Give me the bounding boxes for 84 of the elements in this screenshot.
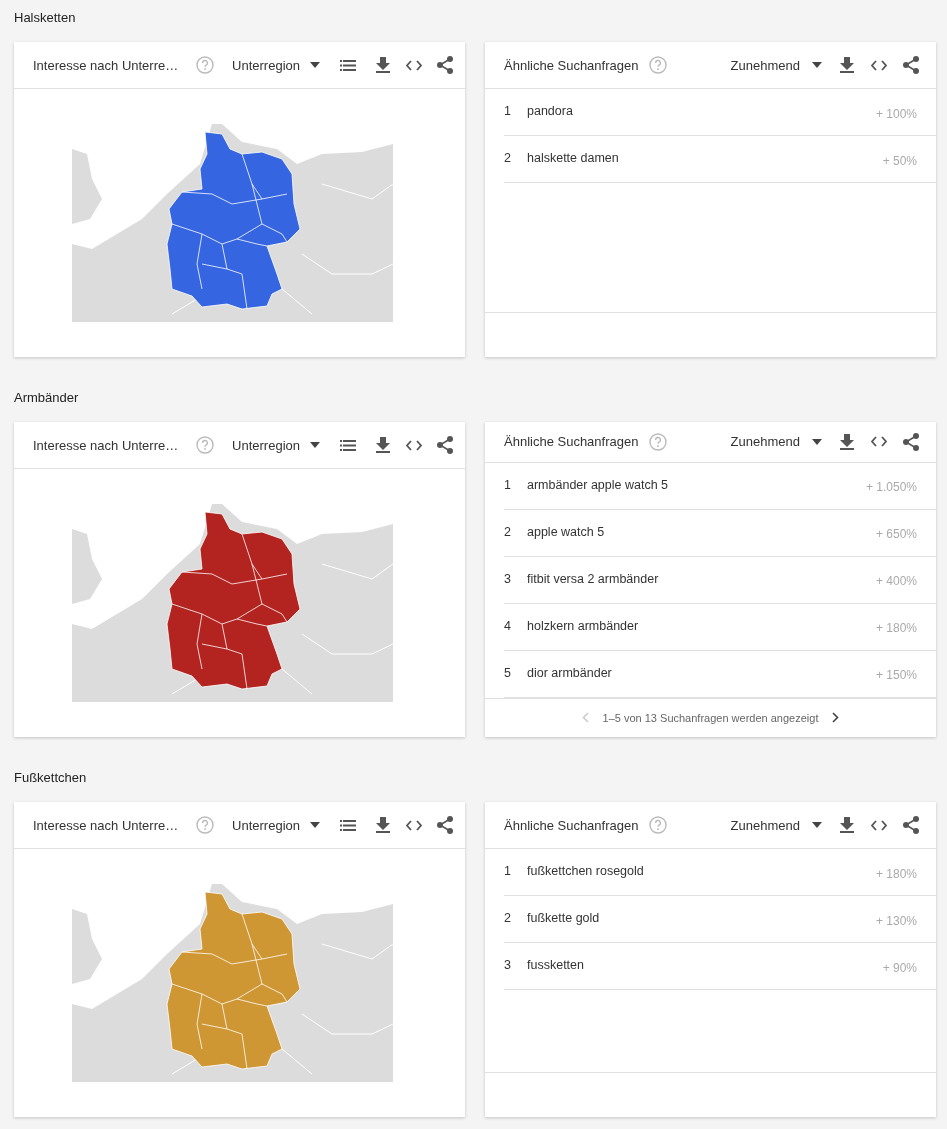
query-row[interactable]: 1 fußkettchen rosegold + 180% — [504, 849, 936, 896]
code-icon[interactable] — [406, 439, 422, 451]
increase-value: + 1.050% — [865, 480, 917, 495]
share-icon[interactable] — [903, 56, 919, 74]
download-icon[interactable] — [376, 817, 390, 833]
section-title: Halsketten — [14, 9, 77, 27]
rank-number: 3 — [504, 958, 512, 972]
rank-number: 1 — [504, 864, 512, 878]
list-icon[interactable] — [340, 439, 356, 451]
code-icon[interactable] — [871, 59, 887, 71]
card-title: Interesse nach Unterre… — [33, 817, 180, 833]
caret-icon[interactable] — [310, 62, 320, 68]
query-row[interactable]: 4 holzkern armbänder + 180% — [504, 603, 936, 651]
increase-value: + 180% — [875, 621, 917, 636]
query-row[interactable]: 1 pandora + 100% — [504, 89, 936, 136]
list-icon[interactable] — [340, 819, 356, 831]
share-icon[interactable] — [903, 816, 919, 834]
code-icon[interactable] — [871, 436, 887, 448]
increase-value: + 50% — [882, 153, 917, 168]
sort-dropdown[interactable]: Zunehmend — [730, 434, 822, 450]
rank-number: 2 — [504, 911, 512, 925]
rank-number: 1 — [504, 477, 512, 492]
code-icon[interactable] — [406, 819, 422, 831]
sort-dropdown[interactable]: Zunehmend — [730, 57, 822, 73]
caret-icon[interactable] — [812, 62, 822, 68]
region-dropdown[interactable]: Unterregion — [232, 437, 320, 453]
code-icon[interactable] — [406, 59, 422, 71]
card-title: Interesse nach Unterre… — [33, 437, 180, 453]
increase-value: + 90% — [882, 960, 917, 975]
increase-value: + 180% — [875, 866, 917, 881]
download-icon[interactable] — [376, 57, 390, 73]
rank-number: 2 — [504, 524, 512, 539]
pagination-text: 1–5 von 13 Suchanfragen werden angezeigt — [602, 711, 819, 724]
increase-value: + 130% — [875, 913, 917, 928]
rank-number: 1 — [504, 104, 512, 118]
section-title: Fußkettchen — [14, 769, 88, 787]
increase-value: + 100% — [875, 106, 917, 121]
section-title: Armbänder — [14, 389, 80, 407]
query-text: pandora — [527, 104, 574, 118]
card-title: Interesse nach Unterre… — [33, 57, 180, 73]
query-row[interactable]: 1 armbänder apple watch 5 + 1.050% — [504, 462, 936, 510]
query-text: dior armbänder — [527, 665, 613, 680]
query-text: holzkern armbänder — [527, 618, 640, 633]
query-row[interactable]: 2 halskette damen + 50% — [504, 136, 936, 183]
region-dropdown[interactable]: Unterregion — [232, 817, 320, 833]
increase-value: + 400% — [875, 574, 917, 589]
download-icon[interactable] — [376, 437, 390, 453]
query-text: fußkette gold — [527, 911, 601, 925]
rank-number: 3 — [504, 571, 512, 586]
caret-icon[interactable] — [812, 438, 822, 445]
query-row[interactable]: 3 fitbit versa 2 armbänder + 400% — [504, 556, 936, 604]
next-page-icon[interactable] — [832, 712, 840, 724]
share-icon[interactable] — [903, 432, 919, 451]
query-text: fussketten — [527, 958, 585, 972]
query-row[interactable]: 3 fussketten + 90% — [504, 943, 936, 990]
download-icon[interactable] — [840, 817, 854, 833]
query-text: fitbit versa 2 armbänder — [527, 571, 660, 586]
increase-value: + 650% — [875, 527, 917, 542]
query-row[interactable]: 2 fußkette gold + 130% — [504, 896, 936, 943]
region-dropdown[interactable]: Unterregion — [232, 57, 320, 73]
download-icon[interactable] — [840, 433, 854, 450]
caret-icon[interactable] — [310, 442, 320, 448]
query-text: apple watch 5 — [527, 524, 606, 539]
sort-dropdown[interactable]: Zunehmend — [730, 817, 822, 833]
card-title: Ähnliche Suchanfragen — [504, 57, 639, 73]
query-row[interactable]: 5 dior armbänder + 150% — [504, 650, 936, 698]
code-icon[interactable] — [871, 819, 887, 831]
rank-number: 2 — [504, 151, 512, 165]
increase-value: + 150% — [875, 668, 917, 683]
caret-icon[interactable] — [310, 822, 320, 828]
card-title: Ähnliche Suchanfragen — [504, 817, 639, 833]
query-text: armbänder apple watch 5 — [527, 477, 670, 492]
query-row[interactable]: 2 apple watch 5 + 650% — [504, 509, 936, 557]
caret-icon[interactable] — [812, 822, 822, 828]
download-icon[interactable] — [840, 57, 854, 73]
query-text: halskette damen — [527, 151, 620, 165]
list-icon[interactable] — [340, 59, 356, 71]
share-icon[interactable] — [437, 816, 453, 834]
query-text: fußkettchen rosegold — [527, 864, 645, 878]
rank-number: 5 — [504, 665, 512, 680]
rank-number: 4 — [504, 618, 512, 633]
card-title: Ähnliche Suchanfragen — [504, 434, 639, 450]
share-icon[interactable] — [437, 436, 453, 454]
share-icon[interactable] — [437, 56, 453, 74]
